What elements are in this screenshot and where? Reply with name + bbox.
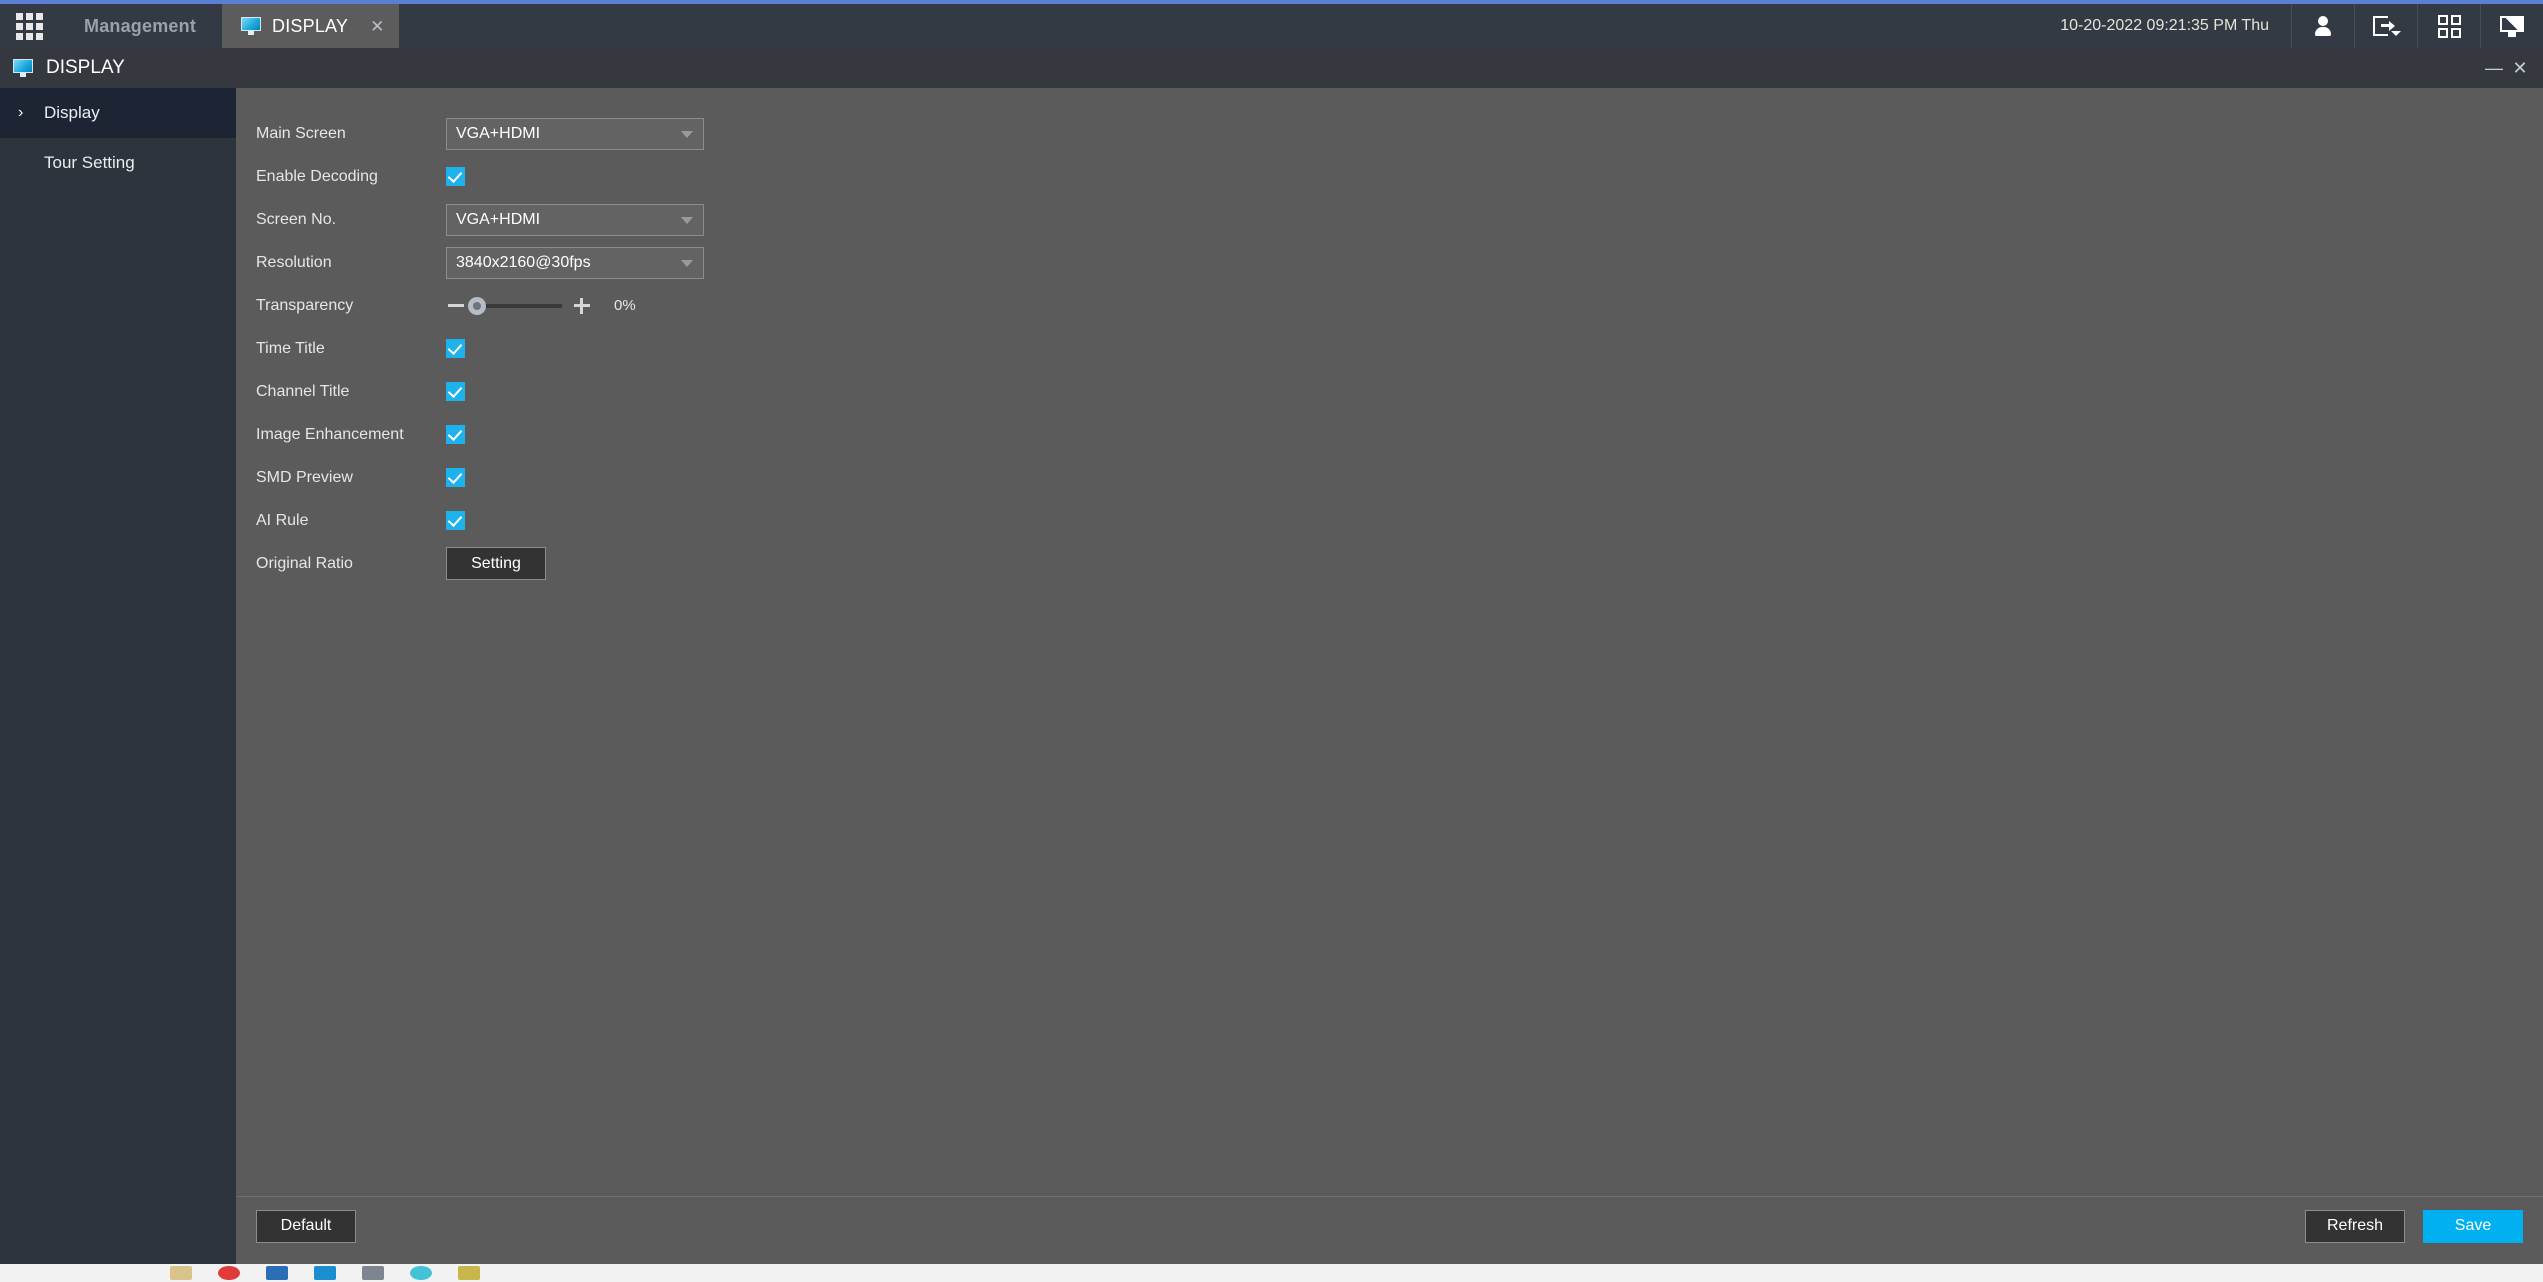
main-screen-label: Main Screen xyxy=(256,124,346,142)
resolution-label: Resolution xyxy=(256,253,332,271)
screen-no-select[interactable]: VGA+HDMI xyxy=(446,203,704,236)
sidebar-item-display[interactable]: › Display xyxy=(0,88,236,138)
sidebar-item-label: Display xyxy=(44,103,100,122)
transparency-slider: 0% xyxy=(446,296,636,316)
minimize-icon[interactable]: — xyxy=(2481,59,2507,77)
resolution-value: 3840x2160@30fps xyxy=(456,253,591,271)
row-screen-no: Screen No. VGA+HDMI xyxy=(256,198,2543,241)
row-resolution: Resolution 3840x2160@30fps xyxy=(256,241,2543,284)
clock-label: 10-20-2022 09:21:35 PM Thu xyxy=(2060,17,2269,34)
tab-bar: Management DISPLAY ✕ 10-20-2022 09:21:35… xyxy=(0,4,2543,48)
taskbar-top-right-fill xyxy=(236,1255,2543,1264)
apps-grid-button[interactable] xyxy=(0,4,58,48)
row-image-enhancement: Image Enhancement xyxy=(256,413,2543,456)
display-monitor-button[interactable] xyxy=(2481,4,2543,48)
monitor-icon xyxy=(12,59,34,77)
os-taskbar xyxy=(0,1255,2543,1282)
tab-display[interactable]: DISPLAY ✕ xyxy=(222,4,399,48)
channel-title-checkbox[interactable] xyxy=(446,382,465,401)
row-ai-rule: AI Rule xyxy=(256,499,2543,542)
row-transparency: Transparency 0% xyxy=(256,284,2543,327)
row-main-screen: Main Screen VGA+HDMI xyxy=(256,112,2543,155)
taskbar-icon[interactable] xyxy=(362,1266,384,1280)
save-button[interactable]: Save xyxy=(2423,1209,2523,1243)
main-screen-value: VGA+HDMI xyxy=(456,124,541,142)
resolution-select[interactable]: 3840x2160@30fps xyxy=(446,246,704,279)
row-original-ratio: Original Ratio Setting xyxy=(256,542,2543,585)
ai-rule-label: AI Rule xyxy=(256,511,309,529)
taskbar-icon[interactable] xyxy=(458,1266,480,1280)
display-settings-form: Main Screen VGA+HDMI Enable Decoding Scr… xyxy=(236,88,2543,585)
chevron-down-icon xyxy=(681,259,693,267)
monitor-icon xyxy=(240,17,262,35)
display-settings-window: Management DISPLAY ✕ 10-20-2022 09:21:35… xyxy=(0,0,2543,1282)
smd-preview-label: SMD Preview xyxy=(256,468,353,486)
transparency-handle[interactable] xyxy=(468,296,486,315)
display-monitor-icon xyxy=(2500,15,2524,37)
taskbar-icon[interactable] xyxy=(410,1266,432,1280)
enable-decoding-label: Enable Decoding xyxy=(256,167,378,185)
taskbar-icon[interactable] xyxy=(170,1266,192,1280)
transparency-value: 0% xyxy=(614,297,636,314)
screen-no-value: VGA+HDMI xyxy=(456,210,541,228)
taskbar-icon[interactable] xyxy=(266,1266,288,1280)
sidebar: › Display Tour Setting xyxy=(0,88,236,1255)
transparency-label: Transparency xyxy=(256,296,354,314)
transparency-track[interactable] xyxy=(468,296,562,315)
row-channel-title: Channel Title xyxy=(256,370,2543,413)
qr-code-button[interactable] xyxy=(2418,4,2480,48)
original-ratio-label: Original Ratio xyxy=(256,554,353,572)
image-enhancement-label: Image Enhancement xyxy=(256,425,404,443)
taskbar-icons xyxy=(0,1264,2543,1282)
original-ratio-setting-button[interactable]: Setting xyxy=(446,547,546,580)
main-screen-select[interactable]: VGA+HDMI xyxy=(446,117,704,150)
row-smd-preview: SMD Preview xyxy=(256,456,2543,499)
content-panel: Main Screen VGA+HDMI Enable Decoding Scr… xyxy=(236,88,2543,1196)
logout-icon xyxy=(2373,16,2401,36)
window-controls: — ✕ xyxy=(2481,59,2543,77)
taskbar-icon[interactable] xyxy=(218,1266,240,1280)
user-icon xyxy=(2315,16,2331,36)
row-time-title: Time Title xyxy=(256,327,2543,370)
tab-management[interactable]: Management xyxy=(58,4,222,48)
tab-bar-right: 10-20-2022 09:21:35 PM Thu xyxy=(2038,4,2543,48)
taskbar-top-left-fill xyxy=(0,1255,236,1264)
sidebar-item-label: Tour Setting xyxy=(44,153,135,172)
enable-decoding-checkbox[interactable] xyxy=(446,167,465,186)
time-title-label: Time Title xyxy=(256,339,325,357)
chevron-down-icon xyxy=(681,216,693,224)
default-button[interactable]: Default xyxy=(256,1209,356,1243)
apps-grid-icon xyxy=(15,12,43,40)
decrease-transparency-button[interactable] xyxy=(446,296,466,316)
page-header: DISPLAY — ✕ xyxy=(0,48,2543,88)
time-title-checkbox[interactable] xyxy=(446,339,465,358)
chevron-down-icon xyxy=(681,130,693,138)
channel-title-label: Channel Title xyxy=(256,382,350,400)
chevron-right-icon: › xyxy=(18,104,24,121)
logout-button[interactable] xyxy=(2355,4,2417,48)
qr-code-icon xyxy=(2437,14,2461,38)
close-icon[interactable]: ✕ xyxy=(2507,59,2533,77)
user-account-button[interactable] xyxy=(2292,4,2354,48)
taskbar-icon[interactable] xyxy=(314,1266,336,1280)
page-title: DISPLAY xyxy=(46,57,125,78)
screen-no-label: Screen No. xyxy=(256,210,337,228)
ai-rule-checkbox[interactable] xyxy=(446,511,465,530)
footer-right-actions: Refresh Save xyxy=(2305,1209,2523,1243)
image-enhancement-checkbox[interactable] xyxy=(446,425,465,444)
row-enable-decoding: Enable Decoding xyxy=(256,155,2543,198)
close-icon[interactable]: ✕ xyxy=(370,18,384,35)
increase-transparency-button[interactable] xyxy=(572,296,592,316)
smd-preview-checkbox[interactable] xyxy=(446,468,465,487)
footer-action-bar: Default Refresh Save xyxy=(236,1196,2543,1255)
tab-display-label: DISPLAY xyxy=(272,15,349,36)
tab-management-label: Management xyxy=(84,15,197,36)
sidebar-item-tour-setting[interactable]: Tour Setting xyxy=(0,138,236,188)
refresh-button[interactable]: Refresh xyxy=(2305,1209,2405,1243)
